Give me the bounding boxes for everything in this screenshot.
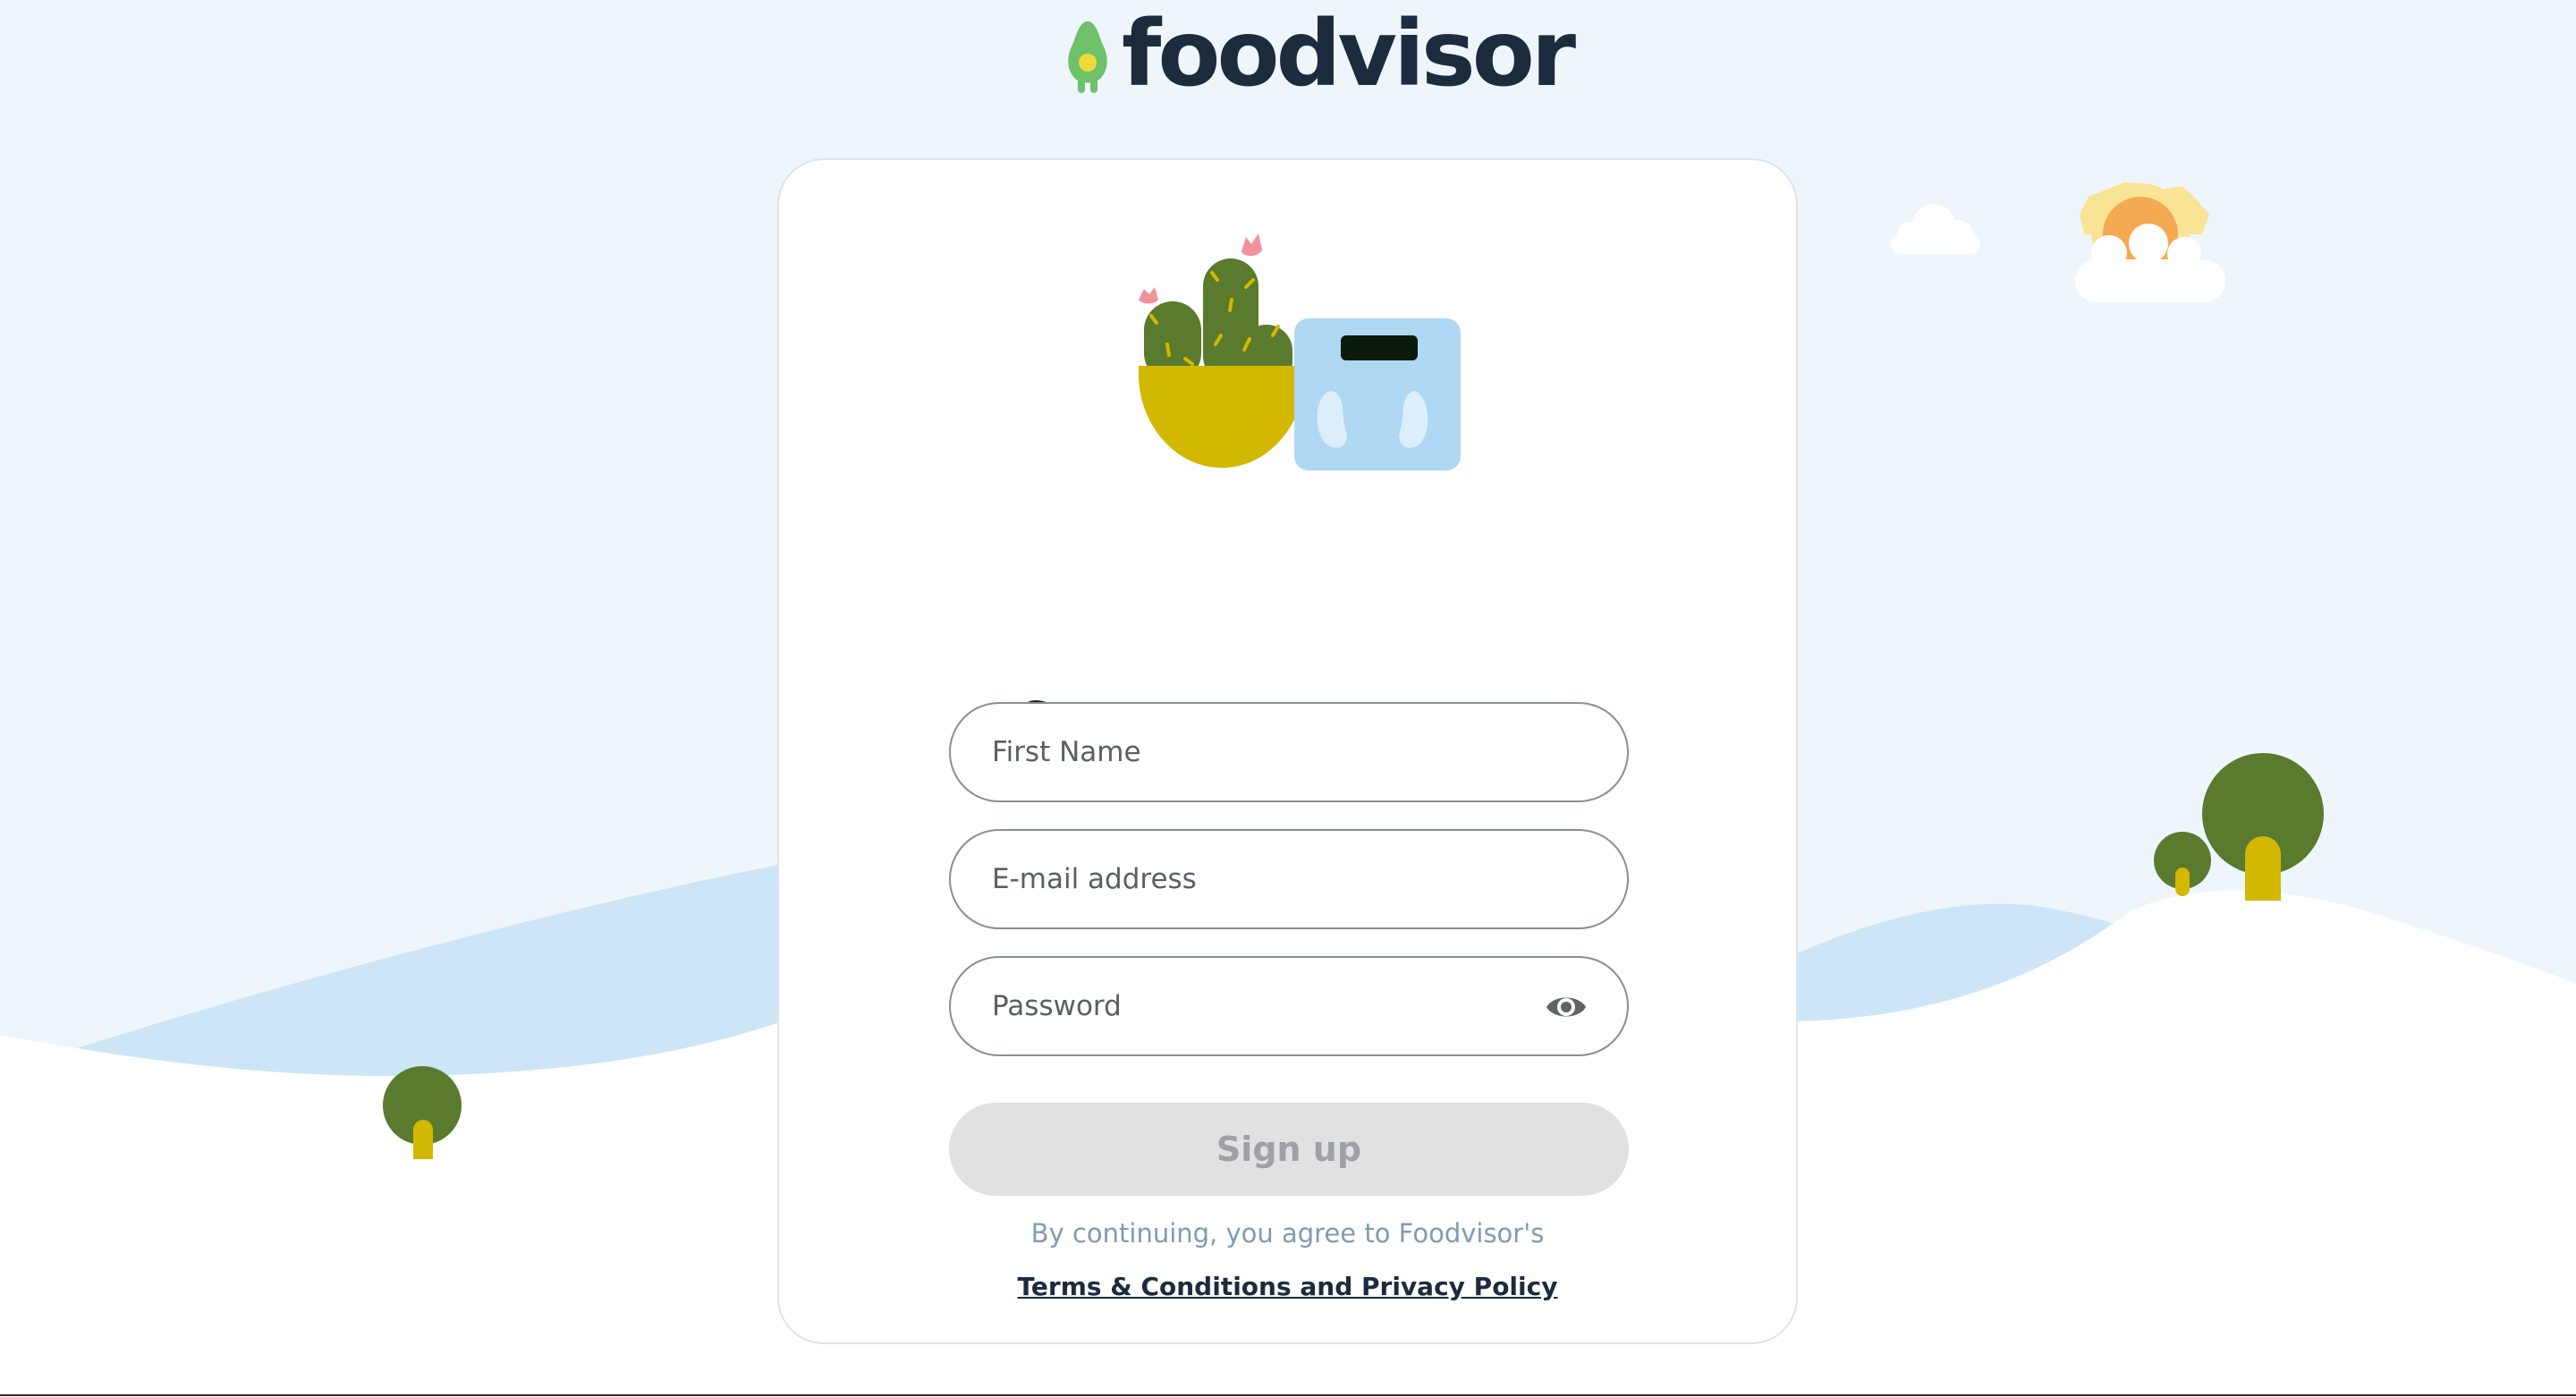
cactus-and-scale-illustration <box>1139 233 1461 470</box>
email-input[interactable] <box>992 831 1546 927</box>
signup-card: Create your account Register your accoun… <box>777 158 1798 1344</box>
foodvisor-logo[interactable]: foodvisor <box>1064 1 1576 107</box>
password-input[interactable] <box>992 958 1546 1054</box>
avocado-icon <box>1068 21 1107 93</box>
password-field[interactable] <box>949 956 1629 1056</box>
first-name-input[interactable] <box>992 704 1546 800</box>
terms-privacy-link[interactable]: Terms & Conditions and Privacy Policy <box>779 1269 1796 1305</box>
legal-notice: By continuing, you agree to Foodvisor's <box>1030 1218 1545 1249</box>
brand-name: foodvisor <box>1122 1 1576 107</box>
sign-up-button[interactable]: Sign up <box>949 1103 1629 1196</box>
first-name-field[interactable] <box>949 702 1629 802</box>
email-field[interactable] <box>949 829 1629 929</box>
eye-icon[interactable] <box>1545 986 1588 1028</box>
